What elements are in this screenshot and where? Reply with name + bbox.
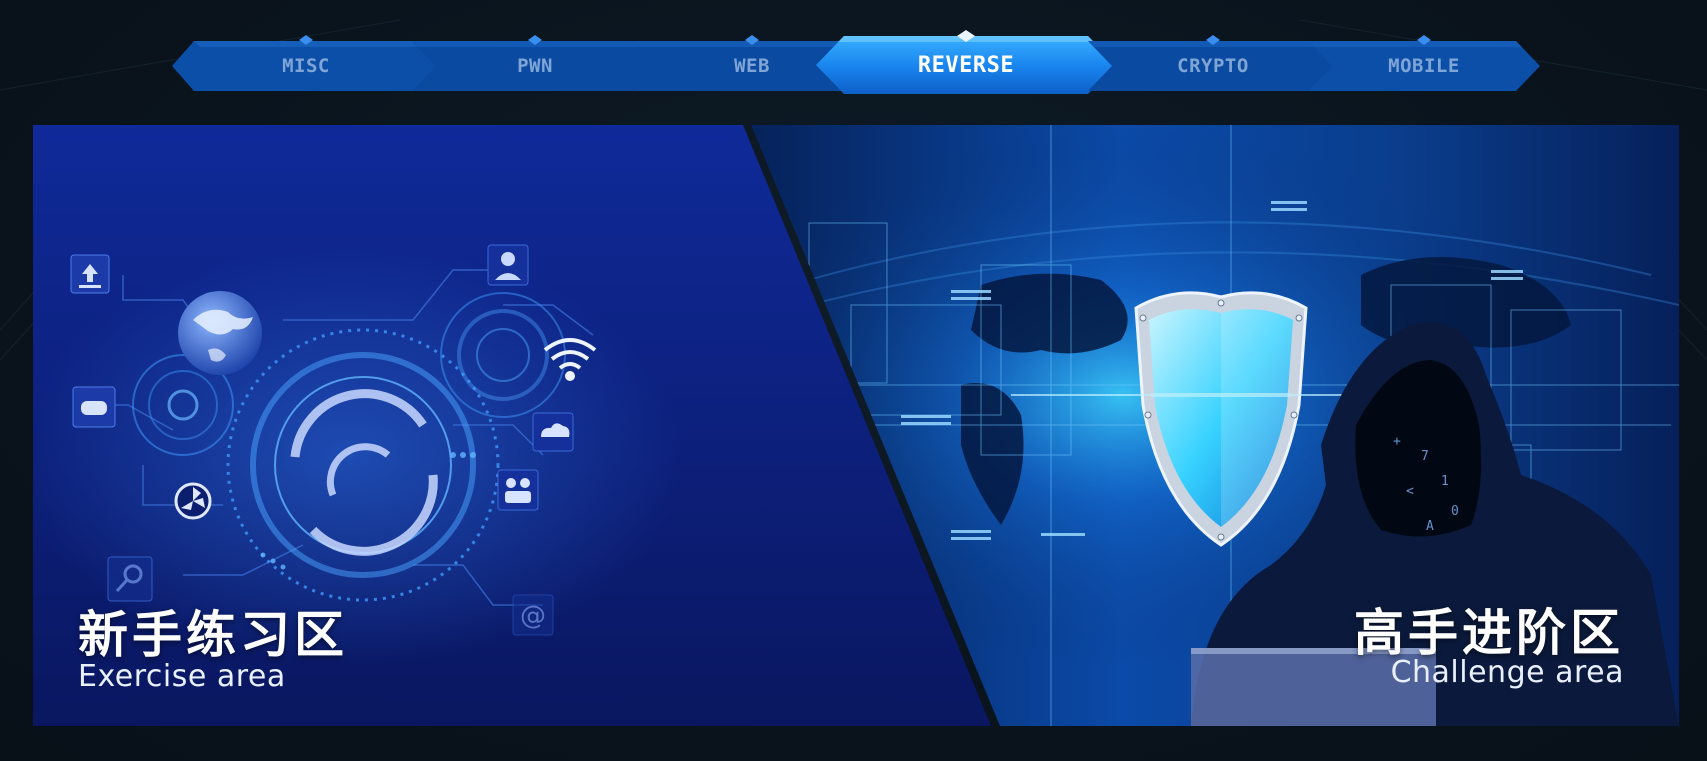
tab-label: WEB — [734, 55, 770, 77]
upload-icon — [70, 254, 110, 294]
tab-label: MISC — [282, 55, 330, 77]
exercise-area-subtitle: Exercise area — [78, 659, 286, 694]
exercise-area-title: 新手练习区 — [78, 606, 348, 664]
area-panels: @ 新手练习区 Exercise area + 7 1 < 0 A 高手进阶区 … — [33, 125, 1679, 726]
tab-label: MOBILE — [1388, 55, 1460, 77]
challenge-area-subtitle: Challenge area — [1390, 655, 1624, 690]
tab-mobile[interactable]: MOBILE — [1308, 35, 1540, 91]
svg-text:A: A — [1426, 519, 1434, 534]
svg-text:@: @ — [520, 601, 546, 631]
tab-label: REVERSE — [917, 52, 1015, 78]
group-icon — [497, 469, 539, 511]
svg-text:1: 1 — [1441, 474, 1449, 489]
fan-icon — [174, 482, 212, 520]
user-icon — [487, 244, 529, 286]
svg-text:<: < — [1406, 484, 1414, 499]
category-tabs: MISC PWN WEB REVERSE CRYPTO MOBILE — [0, 0, 1707, 110]
tab-label: CRYPTO — [1177, 55, 1249, 77]
globe-icon — [178, 291, 262, 375]
svg-text:0: 0 — [1451, 504, 1459, 519]
tab-pwn[interactable]: PWN — [412, 35, 658, 91]
cloud-icon — [532, 412, 574, 452]
tab-crypto[interactable]: CRYPTO — [1088, 35, 1338, 91]
gamepad-icon — [72, 386, 116, 428]
tab-reverse[interactable]: REVERSE — [816, 30, 1116, 94]
tab-label: PWN — [517, 55, 553, 77]
at-icon: @ — [512, 594, 554, 636]
svg-text:+: + — [1393, 434, 1401, 449]
svg-text:7: 7 — [1421, 449, 1429, 464]
tab-misc[interactable]: MISC — [172, 35, 440, 91]
